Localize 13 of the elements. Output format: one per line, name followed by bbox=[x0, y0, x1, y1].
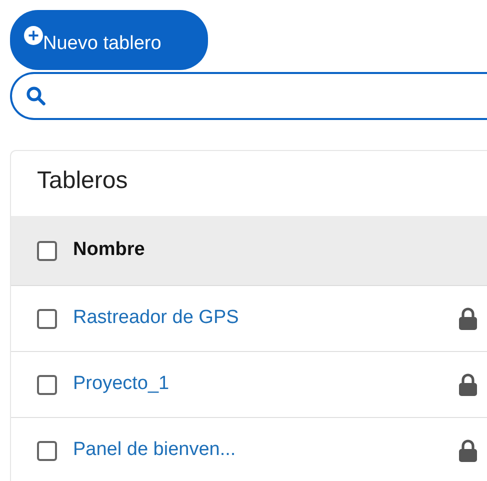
search-field[interactable] bbox=[10, 72, 487, 120]
search-icon bbox=[26, 86, 46, 106]
panel-title: Tableros bbox=[36, 166, 129, 196]
row-checkbox[interactable] bbox=[37, 374, 57, 394]
plus-icon bbox=[24, 26, 43, 45]
row-checkbox[interactable] bbox=[37, 308, 57, 328]
board-link[interactable]: Proyecto_1 bbox=[73, 370, 170, 399]
new-board-button[interactable]: Nuevo tablero bbox=[10, 10, 208, 70]
column-header: Nombre bbox=[73, 238, 145, 262]
row-checkbox[interactable] bbox=[37, 440, 57, 460]
select-all-checkbox[interactable] bbox=[37, 240, 57, 260]
board-link[interactable]: Rastreador de GPS bbox=[73, 304, 239, 333]
board-link[interactable]: Panel de bienven... bbox=[73, 436, 236, 465]
